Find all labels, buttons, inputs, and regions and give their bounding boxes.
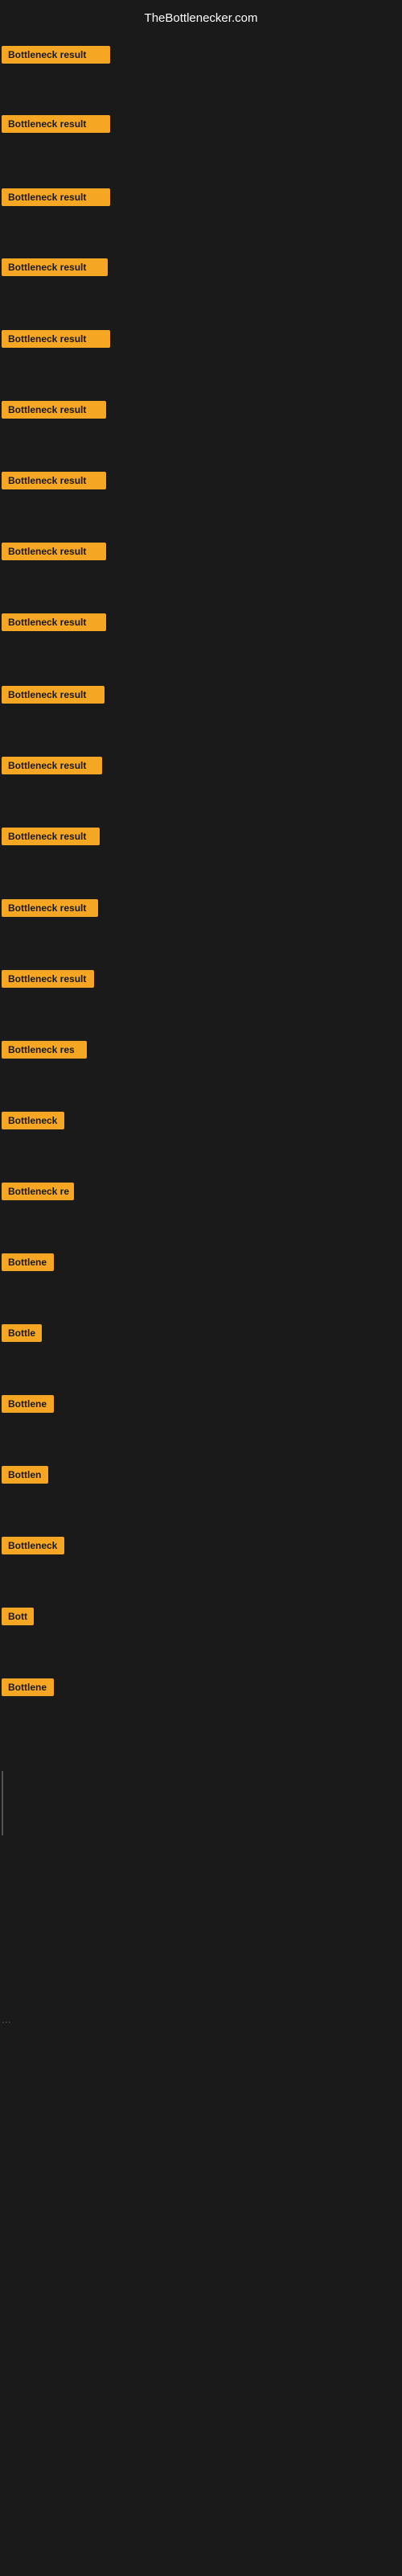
list-item: Bottleneck re — [2, 1183, 74, 1204]
list-item: Bottleneck result — [2, 757, 102, 778]
bottleneck-badge: Bottleneck result — [2, 899, 98, 917]
ellipsis-indicator: ... — [2, 2013, 11, 2025]
items-container: Bottleneck result Bottleneck result Bott… — [0, 0, 402, 2576]
bottleneck-badge: Bottleneck result — [2, 543, 106, 560]
list-item: Bottleneck result — [2, 258, 108, 280]
bottleneck-badge: Bottleneck result — [2, 258, 108, 276]
list-item: Bottleneck result — [2, 401, 106, 423]
list-item: Bottlen — [2, 1466, 48, 1488]
list-item: Bottleneck res — [2, 1041, 87, 1063]
bottleneck-badge: Bottleneck result — [2, 115, 110, 133]
bottleneck-badge: Bottleneck result — [2, 401, 106, 419]
bottleneck-badge: Bottlene — [2, 1253, 54, 1271]
bottleneck-badge: Bottleneck result — [2, 613, 106, 631]
bottleneck-badge: Bottle — [2, 1324, 42, 1342]
list-item: Bottlene — [2, 1395, 54, 1417]
list-item: Bottleneck result — [2, 46, 110, 68]
bottleneck-badge: Bottlene — [2, 1678, 54, 1696]
list-item: Bottleneck result — [2, 899, 98, 921]
list-item: Bottleneck result — [2, 613, 106, 635]
bottleneck-badge: Bottleneck result — [2, 828, 100, 845]
bottleneck-badge: Bottleneck result — [2, 46, 110, 64]
bottleneck-badge: Bottlene — [2, 1395, 54, 1413]
list-item: Bottlene — [2, 1253, 54, 1275]
vertical-indicator — [2, 1771, 3, 1835]
list-item: Bottleneck result — [2, 828, 100, 849]
bottleneck-badge: Bottlen — [2, 1466, 48, 1484]
list-item: Bottleneck — [2, 1112, 64, 1133]
list-item: Bottleneck result — [2, 330, 110, 352]
list-item: Bottlene — [2, 1678, 54, 1700]
bottleneck-badge: Bottleneck res — [2, 1041, 87, 1059]
list-item: Bottleneck result — [2, 970, 94, 992]
bottleneck-badge: Bottleneck result — [2, 757, 102, 774]
bottleneck-badge: Bottleneck result — [2, 686, 105, 704]
list-item: Bottle — [2, 1324, 42, 1346]
bottleneck-badge: Bottleneck — [2, 1537, 64, 1554]
bottleneck-badge: Bottleneck re — [2, 1183, 74, 1200]
list-item: Bottleneck result — [2, 115, 110, 137]
list-item: Bottleneck result — [2, 188, 110, 210]
bottleneck-badge: Bottleneck result — [2, 472, 106, 489]
bottleneck-badge: Bottleneck result — [2, 188, 110, 206]
bottleneck-badge: Bottleneck — [2, 1112, 64, 1129]
list-item: Bott — [2, 1608, 34, 1629]
list-item: Bottleneck — [2, 1537, 64, 1558]
bottleneck-badge: Bott — [2, 1608, 34, 1625]
list-item: Bottleneck result — [2, 472, 106, 493]
bottleneck-badge: Bottleneck result — [2, 970, 94, 988]
list-item: Bottleneck result — [2, 543, 106, 564]
bottleneck-badge: Bottleneck result — [2, 330, 110, 348]
page-container: TheBottlenecker.com Bottleneck result Bo… — [0, 0, 402, 2576]
list-item: Bottleneck result — [2, 686, 105, 708]
